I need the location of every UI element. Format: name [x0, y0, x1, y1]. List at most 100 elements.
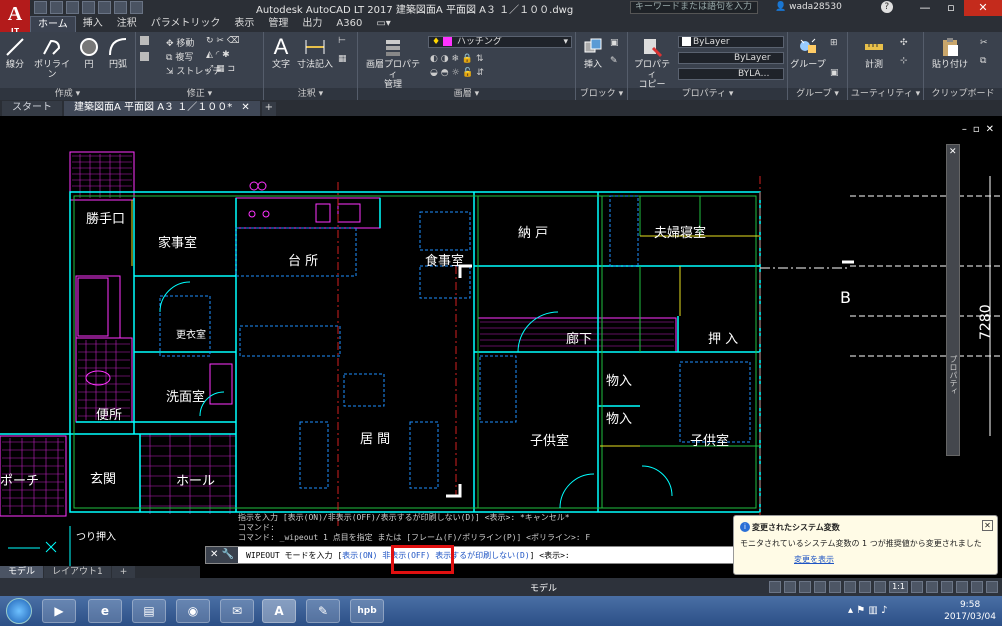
tab-parametric[interactable]: パラメトリック [144, 16, 228, 32]
layer-current-icon[interactable]: ⇵ [477, 68, 485, 78]
command-line[interactable]: ✕ 🔧 WIPEOUT モードを入力 [表示(ON) 非表示(OFF) 表示する… [205, 546, 755, 564]
chrome-app[interactable]: ◉ [176, 599, 210, 623]
snap-icon[interactable] [784, 581, 797, 593]
paste-tool[interactable]: 貼り付け [930, 36, 970, 70]
layer-freeze-icon[interactable]: ❄ [451, 54, 459, 64]
save-as-icon[interactable] [82, 1, 95, 14]
show-hidden-icons[interactable]: ▴ [848, 605, 853, 616]
tab-start[interactable]: スタート [2, 101, 62, 116]
media-player-app[interactable]: ▶ [42, 599, 76, 623]
create-block-icon[interactable]: ▣ [610, 38, 619, 48]
clean-screen-icon[interactable] [956, 581, 968, 593]
option-on[interactable]: 表示(ON) [342, 551, 377, 560]
clock[interactable]: 9:58 2017/03/04 [944, 599, 996, 623]
dimension-tool[interactable]: 寸法記入 [296, 36, 334, 70]
tab-a360[interactable]: A360 [329, 16, 369, 32]
clipboard-panel-title[interactable]: クリップボード [924, 88, 1002, 100]
polyline-tool[interactable]: ポリライン [30, 36, 74, 80]
draw-panel-title[interactable]: 作成 ▾ [0, 88, 135, 100]
text-tool[interactable]: A 文字 [268, 36, 294, 71]
tab-insert[interactable]: 挿入 [76, 16, 110, 32]
erase-icon[interactable]: ⌫ [227, 36, 240, 46]
measure-tool[interactable]: 計測 [856, 36, 892, 70]
quick-select-icon[interactable]: ✣ [900, 38, 908, 48]
search-input[interactable]: キーワードまたは語句を入力 [630, 1, 758, 14]
flag-icon[interactable]: ⚑ [856, 605, 865, 616]
rotate-icon[interactable]: ↻ [206, 36, 214, 46]
move-tool[interactable]: ✥ 移動 [166, 36, 194, 49]
block-panel-title[interactable]: ブロック ▾ [576, 88, 627, 100]
print-icon[interactable] [98, 1, 111, 14]
layer-walk-icon[interactable]: ◒ [430, 68, 438, 78]
properties-palette-strip[interactable]: ✕ プロパティ [946, 144, 960, 456]
offset-icon[interactable]: ⊐ [227, 64, 235, 74]
notification-link[interactable]: 変更を表示 [794, 554, 834, 565]
color-dropdown[interactable]: ByLayer [678, 36, 784, 48]
ungroup-icon[interactable]: ⊞ [830, 38, 838, 48]
copy-tool[interactable]: ⧉ 複写 [166, 50, 193, 63]
help-icon[interactable]: ? [880, 1, 893, 13]
hpb-app[interactable]: hpb [350, 599, 384, 623]
linetype-dropdown[interactable]: ByLayer [678, 52, 784, 64]
trim-icon[interactable]: ✂ [216, 36, 224, 46]
layer-thaw-icon[interactable]: ☼ [451, 68, 459, 78]
close-tab-icon[interactable]: ✕ [241, 102, 249, 113]
viewport-close-icon[interactable]: ✕ [986, 124, 994, 135]
close-cmdline-icon[interactable]: ✕ [210, 549, 218, 560]
annotation-panel-title[interactable]: 注釈 ▾ [264, 88, 357, 100]
insert-block-tool[interactable]: 挿入 [580, 36, 606, 70]
hardware-acceleration-icon[interactable] [971, 581, 983, 593]
minimize-button[interactable]: — [912, 0, 938, 16]
customization-menu-icon[interactable] [986, 581, 998, 593]
id-point-icon[interactable]: ⊹ [900, 56, 908, 66]
utilities-panel-title[interactable]: ユーティリティ ▾ [848, 88, 923, 100]
lineweight-icon[interactable] [844, 581, 857, 593]
lineweight-dropdown[interactable]: BYLA… [678, 68, 784, 80]
cut-icon[interactable]: ✂ [980, 38, 988, 48]
autocad-app[interactable]: A [262, 599, 296, 623]
selection-cycling-icon[interactable] [859, 581, 872, 593]
fillet-icon[interactable]: ◜ [216, 50, 220, 60]
edit-block-icon[interactable]: ✎ [610, 56, 618, 66]
tab-view[interactable]: 表示 [227, 16, 261, 32]
new-tab-button[interactable]: + [261, 102, 276, 116]
command-line-controls[interactable]: ✕ 🔧 [206, 547, 238, 563]
scale-icon-status[interactable]: 1:1 [889, 581, 908, 593]
layer-properties-tool[interactable]: 画層プロパティ 管理 [362, 36, 424, 90]
polar-icon[interactable] [814, 581, 827, 593]
layer-dropdown[interactable]: ♦ ハッチング ▾ [428, 36, 572, 48]
annotation-visibility-icon[interactable] [874, 581, 887, 593]
tab-drawing[interactable]: 建築図面A 平面図 A３ １／１００* ✕ [64, 101, 260, 116]
workspace-gear-icon[interactable] [911, 581, 923, 593]
notification-close-button[interactable]: ✕ [982, 520, 993, 531]
select-icon[interactable] [140, 36, 149, 45]
drawing-canvas[interactable]: 勝手口 家事室 台 所 食事室 納 戸 夫婦寝室 更衣室 洗面室 便所 居 間 … [0, 116, 1002, 568]
paint-app[interactable]: ✎ [306, 599, 340, 623]
circle-tool[interactable]: 円 [78, 36, 100, 70]
viewport-restore-icon[interactable]: ▫ [973, 124, 980, 135]
layer-isolate-icon[interactable]: ◑ [441, 54, 449, 64]
maximize-button[interactable]: ▫ [938, 0, 964, 16]
layer-on-icon[interactable]: ◓ [441, 68, 449, 78]
tab-model[interactable]: モデル [0, 566, 44, 578]
array-icon[interactable]: ▦ [216, 64, 225, 74]
copy-clip-icon[interactable]: ⧉ [980, 56, 986, 66]
layer-off-icon[interactable]: ◐ [430, 54, 438, 64]
ortho-icon[interactable] [799, 581, 812, 593]
layer-lock-icon[interactable]: 🔒 [462, 54, 473, 64]
save-icon[interactable] [66, 1, 79, 14]
scale-icon[interactable]: ⤢ [206, 64, 213, 74]
tab-home[interactable]: ホーム [30, 16, 76, 32]
mail-app[interactable]: ✉ [220, 599, 254, 623]
osnap-icon[interactable] [829, 581, 842, 593]
ribbon-options-toggle[interactable]: ▭▾ [369, 16, 397, 32]
close-button[interactable]: ✕ [964, 0, 1002, 16]
file-explorer-app[interactable]: ▤ [132, 599, 166, 623]
user-account[interactable]: 👤 wada28530 ? [775, 1, 893, 13]
add-layout-button[interactable]: + [111, 566, 136, 578]
table-icon[interactable]: ▦ [338, 54, 347, 64]
palette-close-icon[interactable]: ✕ [949, 147, 957, 157]
group-tool[interactable]: グループ [790, 36, 826, 70]
new-file-icon[interactable] [34, 1, 47, 14]
group-select-icon[interactable]: ▣ [830, 68, 839, 78]
